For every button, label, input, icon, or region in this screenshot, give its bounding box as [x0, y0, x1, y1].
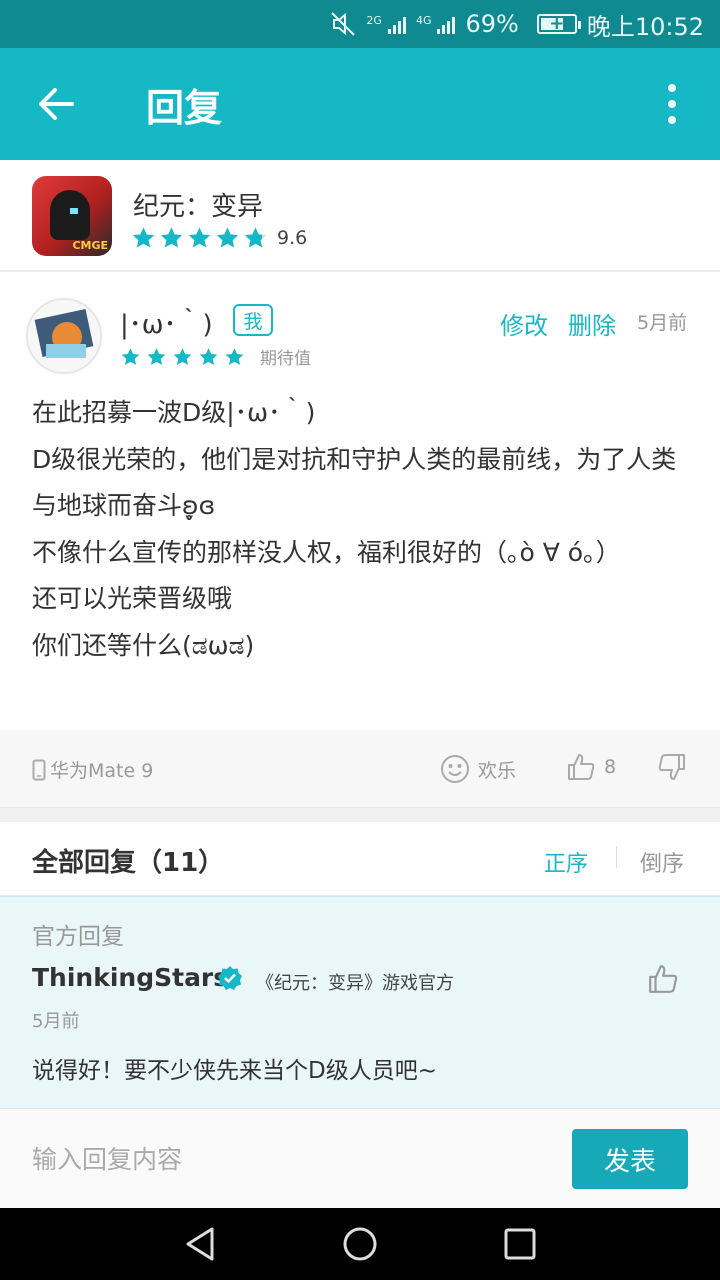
back-button[interactable] — [0, 48, 112, 160]
official-user-name[interactable]: ThinkingStars — [32, 963, 228, 992]
official-tag: 《纪元：变异》游戏官方 — [256, 973, 454, 994]
game-icon[interactable]: CMGE — [32, 176, 112, 256]
star-icon — [225, 347, 244, 365]
more-options-button[interactable] — [648, 84, 696, 124]
battery-percent: 69% — [465, 10, 519, 38]
official-reply: 官方回复 ThinkingStars 《纪元：变异》游戏官方 5月前 说得好！要… — [0, 896, 720, 1108]
phone-icon — [32, 759, 46, 780]
delete-button[interactable]: 删除 — [568, 306, 616, 341]
nav-recent-button[interactable] — [502, 1226, 538, 1266]
clock: 晚上10:52 — [586, 12, 704, 41]
replies-title: 全部回复（11） — [32, 848, 225, 878]
status-bar: 2G 4G 69% + 晚上10:52 — [0, 0, 720, 48]
star-icon — [147, 347, 166, 365]
official-reply-time: 5月前 — [32, 1011, 80, 1032]
game-rating: 9.6 — [131, 226, 307, 250]
review-line: 还可以光荣晋级哦 — [32, 584, 233, 613]
star-icon — [121, 347, 140, 365]
like-button[interactable]: 8 — [566, 752, 616, 782]
review-footer: 华为Mate 9 欢乐 8 — [0, 730, 720, 808]
review-time: 5月前 — [637, 312, 688, 334]
avatar[interactable] — [26, 298, 102, 374]
more-vert-icon — [668, 84, 676, 92]
triangle-back-icon — [186, 1227, 214, 1261]
arrow-left-icon — [39, 88, 74, 120]
rating-label: 期待值 — [260, 349, 311, 369]
reply-input[interactable] — [32, 1137, 532, 1181]
review-line: D级很光荣的，他们是对抗和守护人类的最前线，为了人类与地球而奋斗ʚ̥̬ɞ — [32, 444, 677, 521]
game-icon-logo: CMGE — [72, 239, 108, 252]
star-icon — [173, 347, 192, 365]
network-label-4g: 4G — [415, 14, 432, 27]
mood-button[interactable]: 欢乐 — [440, 754, 516, 784]
mood-label: 欢乐 — [478, 759, 517, 782]
sort-descending-button[interactable]: 倒序 — [640, 846, 684, 878]
review-line: 不像什么宣传的那样没人权，福利很好的（｡ò ∀ ó｡） — [32, 537, 621, 567]
star-icon — [199, 347, 218, 365]
app-bar: 回复 — [0, 48, 720, 160]
smiley-icon — [441, 755, 469, 783]
game-card[interactable]: CMGE 纪元：变异 9.6 — [0, 160, 720, 272]
star-half-icon — [244, 227, 267, 248]
thumbs-down-icon — [658, 754, 685, 780]
official-reply-label: 官方回复 — [32, 924, 124, 950]
section-divider — [0, 808, 720, 822]
signal-2g-icon: 2G — [366, 14, 406, 34]
user-name[interactable]: |･ω･｀) — [120, 304, 213, 341]
star-icon — [216, 227, 239, 248]
review-body: 在此招募一波D级|･ω･｀) D级很光荣的，他们是对抗和守护人类的最前线，为了人… — [32, 390, 682, 669]
official-like-button[interactable] — [647, 963, 679, 999]
game-score: 9.6 — [277, 227, 308, 249]
send-button[interactable]: 发表 — [572, 1129, 688, 1189]
edit-button[interactable]: 修改 — [500, 306, 548, 341]
sort-ascending-button[interactable]: 正序 — [544, 846, 588, 878]
review-line: 你们还等什么(ಡωಡ) — [32, 630, 255, 660]
system-nav-bar — [0, 1208, 720, 1280]
review-card: |･ω･｀) 我 修改 删除 5月前 期待值 在此招募一波D级|･ω･｀) D级… — [0, 274, 720, 730]
thumbs-up-icon — [649, 965, 678, 993]
battery-icon: + — [529, 13, 581, 34]
star-icon — [132, 227, 155, 248]
nav-home-button[interactable] — [342, 1226, 378, 1266]
review-line: 在此招募一波D级|･ω･｀) — [32, 398, 316, 427]
replies-header: 全部回复（11） 正序 倒序 — [0, 822, 720, 896]
star-icon — [160, 227, 183, 248]
mute-icon — [330, 11, 356, 37]
circle-home-icon — [343, 1227, 377, 1261]
square-recent-icon — [504, 1228, 536, 1260]
star-icon — [188, 227, 211, 248]
device-name: 华为Mate 9 — [50, 760, 154, 782]
like-count: 8 — [604, 756, 617, 778]
thumbs-up-icon — [568, 754, 595, 780]
signal-4g-icon: 4G — [416, 14, 456, 34]
me-badge: 我 — [233, 304, 273, 336]
nav-back-button[interactable] — [180, 1224, 220, 1268]
review-rating: 期待值 — [120, 344, 311, 369]
game-name: 纪元：变异 — [133, 192, 264, 222]
dislike-button[interactable] — [657, 752, 687, 786]
device-info: 华为Mate 9 — [32, 756, 153, 783]
page-title: 回复 — [146, 85, 223, 130]
official-reply-text: 说得好！要不少侠先来当个D级人员吧~ — [32, 1058, 437, 1084]
reply-input-bar: 发表 — [0, 1108, 720, 1208]
sort-divider — [616, 846, 617, 868]
verified-icon — [218, 966, 242, 990]
network-label-2g: 2G — [366, 14, 382, 27]
